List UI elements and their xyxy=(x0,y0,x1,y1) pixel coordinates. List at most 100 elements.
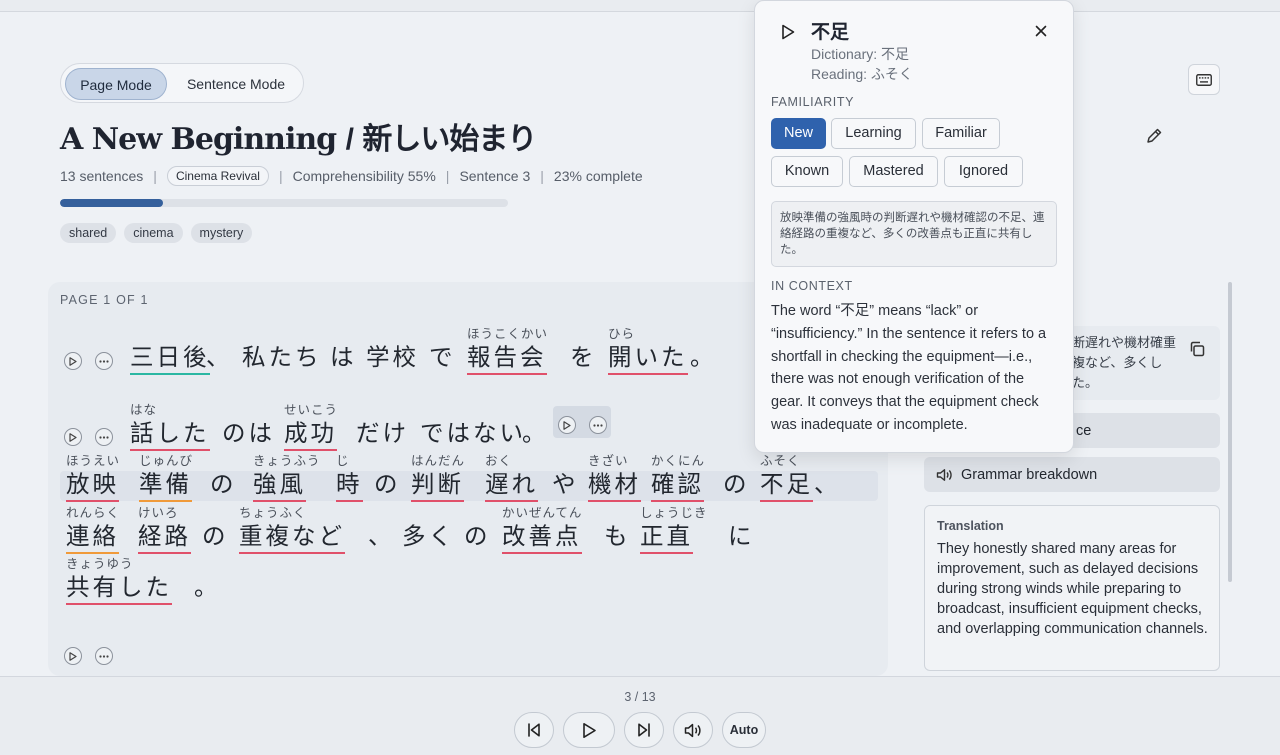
sentence-more-button[interactable] xyxy=(95,352,113,370)
word-token[interactable]: 。 xyxy=(522,419,549,449)
selected-word-token[interactable]: ふそく 不足 xyxy=(760,454,813,502)
word-token[interactable]: かくにん 確認 xyxy=(651,454,704,502)
word-token[interactable]: 私たち xyxy=(242,343,322,373)
play-icon xyxy=(782,24,795,40)
progress-fill xyxy=(60,199,164,207)
title-separator: / xyxy=(345,123,354,156)
word-token[interactable]: の xyxy=(202,522,229,552)
word-token[interactable]: はな 話した xyxy=(130,403,210,451)
word-token[interactable]: ひら 開いた xyxy=(608,327,688,375)
sentence-more-button[interactable] xyxy=(95,647,113,665)
copy-icon[interactable] xyxy=(1188,340,1206,358)
familiarity-known-button[interactable]: Known xyxy=(771,156,843,187)
familiarity-new-button[interactable]: New xyxy=(771,118,826,149)
word-token[interactable]: の xyxy=(210,470,237,500)
edit-button[interactable] xyxy=(1143,124,1165,146)
sentence-mode-button[interactable]: Sentence Mode xyxy=(173,68,299,100)
collection-badge[interactable]: Cinema Revival xyxy=(166,166,269,186)
word-token[interactable]: ちょうふく 重複など xyxy=(239,506,345,554)
word-token[interactable]: の xyxy=(464,522,491,552)
context-explanation: The word “不足” means “lack” or “insuffici… xyxy=(771,303,1047,433)
translation-card: Translation They honestly shared many ar… xyxy=(924,505,1220,671)
sentence-play-button[interactable] xyxy=(558,416,576,434)
word-token[interactable]: の xyxy=(374,470,401,500)
word-token[interactable]: だけ xyxy=(356,419,409,449)
more-icon xyxy=(593,423,603,427)
word-token[interactable]: 。 xyxy=(194,573,221,603)
word-token[interactable]: で xyxy=(429,343,456,373)
sentence-count: 13 sentences xyxy=(60,168,144,184)
word-token[interactable]: じゅんび 準備 xyxy=(139,454,192,502)
word-token[interactable]: 多く xyxy=(402,522,455,552)
sentence-more-button[interactable] xyxy=(589,416,607,434)
play-icon xyxy=(69,432,77,442)
sentence-card: 断遅れや機材確重複など、多くした。 xyxy=(1064,326,1220,400)
keyboard-shortcuts-button[interactable] xyxy=(1188,64,1220,95)
tag-chip[interactable]: mystery xyxy=(190,223,253,243)
speaker-icon xyxy=(684,723,701,737)
word-token[interactable]: 、 xyxy=(206,343,233,373)
play-icon xyxy=(69,651,77,661)
progress-bar xyxy=(60,199,508,207)
next-sentence-button[interactable] xyxy=(624,712,664,748)
word-token[interactable]: きょうふう 強風 xyxy=(253,454,320,502)
word-token[interactable]: ほうこくかい 報告会 xyxy=(467,327,547,375)
sidebar-scrollbar[interactable] xyxy=(1228,282,1232,582)
translation-label: Translation xyxy=(937,519,1004,533)
sentence-play-button[interactable] xyxy=(64,647,82,665)
word-token[interactable]: 三日後 xyxy=(130,343,210,375)
skip-forward-icon xyxy=(638,723,650,737)
word-token[interactable]: おく 遅れ xyxy=(485,454,538,502)
sentence-play-button[interactable] xyxy=(64,428,82,446)
word-token[interactable]: は xyxy=(330,343,357,373)
tag-chip[interactable]: cinema xyxy=(124,223,183,243)
familiarity-mastered-button[interactable]: Mastered xyxy=(849,156,938,187)
sentence-more-button[interactable] xyxy=(95,428,113,446)
word-token[interactable]: はんだん 判断 xyxy=(411,454,464,502)
word-token[interactable]: きざい 機材 xyxy=(588,454,641,502)
word-token[interactable]: や xyxy=(552,470,579,500)
word-token[interactable]: けいろ 経路 xyxy=(138,506,191,554)
word-token[interactable]: を xyxy=(570,343,597,373)
popup-close-button[interactable] xyxy=(1031,21,1051,41)
previous-sentence-button[interactable] xyxy=(514,712,554,748)
word-token[interactable]: きょうゆう 共有した xyxy=(66,557,172,605)
word-token[interactable]: ではない xyxy=(420,419,526,449)
familiarity-ignored-button[interactable]: Ignored xyxy=(944,156,1023,187)
context-label: IN CONTEXT xyxy=(771,279,853,293)
popup-dictionary: Dictionary: 不足 xyxy=(811,46,910,62)
word-token[interactable]: れんらく 連絡 xyxy=(66,506,119,554)
word-token[interactable]: しょうじき 正直 xyxy=(640,506,707,554)
word-token[interactable]: も xyxy=(604,522,631,552)
word-token[interactable]: 。 xyxy=(690,343,717,373)
current-sentence: Sentence 3 xyxy=(459,168,531,184)
word-token[interactable]: じ時 xyxy=(336,454,363,502)
word-token[interactable]: せいこう 成功 xyxy=(284,403,337,451)
word-token[interactable]: 学校 xyxy=(366,343,419,373)
word-audio-button[interactable] xyxy=(779,23,797,41)
page-title: A New Beginning / 新しい始まり xyxy=(60,114,537,158)
word-token[interactable]: のは xyxy=(222,419,275,449)
sentence-counter: 3 / 13 xyxy=(624,690,656,704)
sentence-action-label: ce xyxy=(1076,422,1092,439)
sentence-play-button[interactable] xyxy=(64,352,82,370)
word-token[interactable]: ほうえい 放映 xyxy=(66,454,119,502)
familiarity-label: FAMILIARITY xyxy=(771,95,855,109)
tag-chip[interactable]: shared xyxy=(60,223,117,243)
page-mode-button[interactable]: Page Mode xyxy=(65,68,167,100)
autoplay-button[interactable]: Auto xyxy=(722,712,766,748)
familiarity-familiar-button[interactable]: Familiar xyxy=(922,118,1000,149)
word-token[interactable]: 、 xyxy=(368,522,395,552)
word-token[interactable]: に xyxy=(728,522,755,552)
sentence-action-button[interactable]: ce xyxy=(1064,413,1220,448)
word-token[interactable]: の xyxy=(723,470,750,500)
word-token[interactable]: 、 xyxy=(814,470,841,500)
grammar-breakdown-button[interactable]: Grammar breakdown xyxy=(924,457,1220,492)
translation-text: They honestly shared many areas for impr… xyxy=(937,541,1208,637)
play-button[interactable] xyxy=(563,712,615,748)
volume-button[interactable] xyxy=(673,712,713,748)
word-token[interactable]: かいぜんてん 改善点 xyxy=(502,506,582,554)
popup-word: 不足 xyxy=(811,22,850,43)
familiarity-learning-button[interactable]: Learning xyxy=(831,118,916,149)
page-indicator: PAGE 1 OF 1 xyxy=(60,293,149,307)
